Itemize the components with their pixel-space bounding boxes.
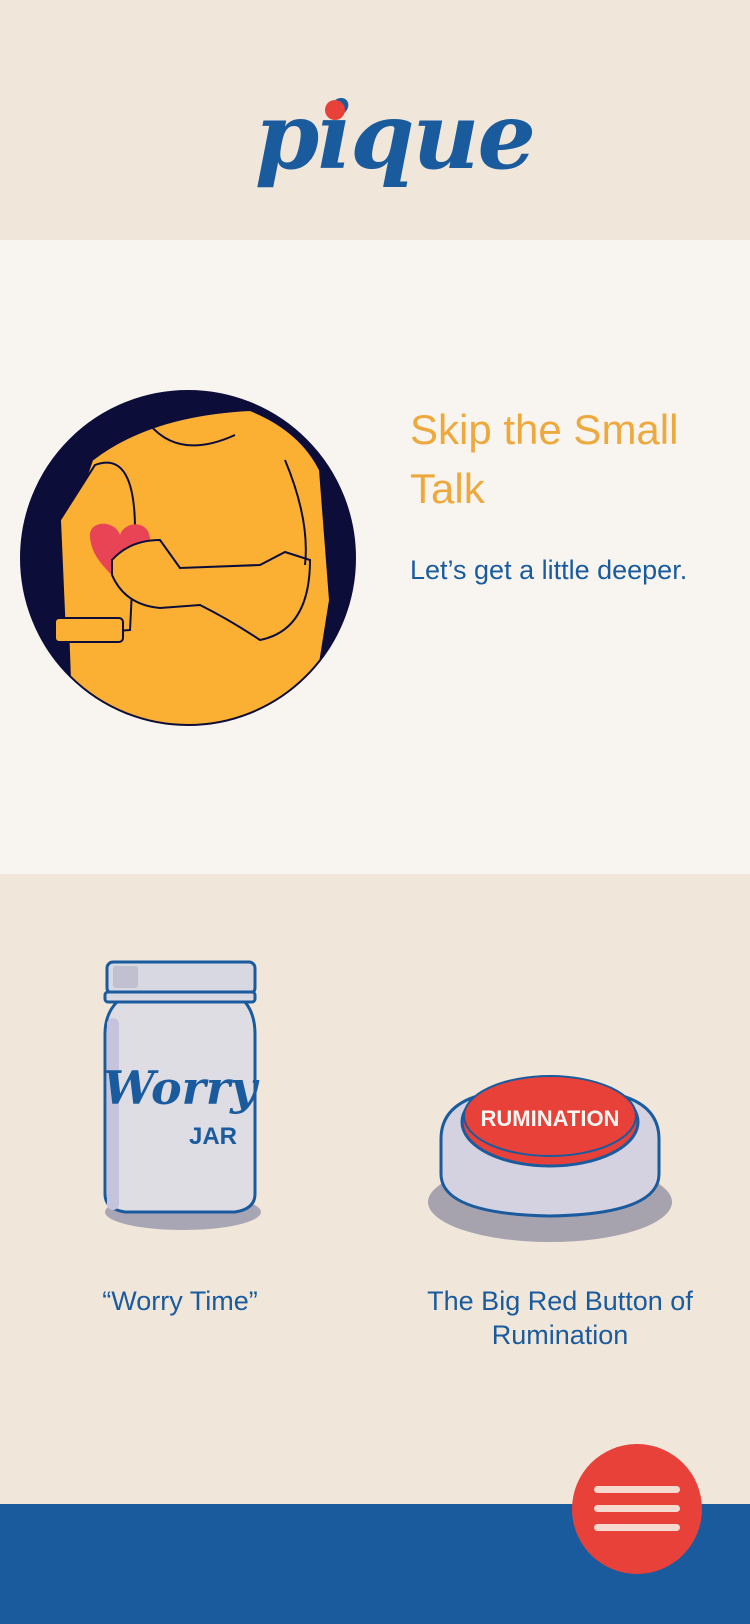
- hamburger-menu-icon-line: [594, 1505, 680, 1512]
- big-red-button-illustration[interactable]: RUMINATION: [425, 1044, 675, 1244]
- logo-dot-icon: [325, 100, 345, 120]
- hero-title: Skip the Small Talk: [410, 406, 679, 512]
- header: pique: [0, 0, 750, 240]
- jar-script-text: Worry: [103, 1061, 260, 1115]
- hamburger-menu-icon-line: [594, 1524, 680, 1531]
- worry-jar-illustration[interactable]: Worry JAR: [95, 954, 270, 1234]
- menu-button[interactable]: [572, 1444, 702, 1574]
- jar-small-text: JAR: [189, 1123, 237, 1150]
- hero-section: Skip the Small Talk Let’s get a little d…: [0, 240, 750, 874]
- big-red-button-label[interactable]: The Big Red Button of Rumination: [400, 1284, 720, 1352]
- button-art-text: RUMINATION: [481, 1106, 620, 1131]
- hero-subtitle: Let’s get a little deeper.: [410, 555, 688, 585]
- hamburger-menu-icon: [594, 1486, 680, 1493]
- person-holding-heart-illustration: [20, 390, 356, 726]
- pique-logo[interactable]: pique: [255, 90, 536, 200]
- activities-section: Worry JAR RUMINATION “Worry Time” The Bi…: [0, 874, 750, 1504]
- logo-wordmark: pique: [255, 82, 536, 190]
- worry-time-label[interactable]: “Worry Time”: [60, 1284, 300, 1318]
